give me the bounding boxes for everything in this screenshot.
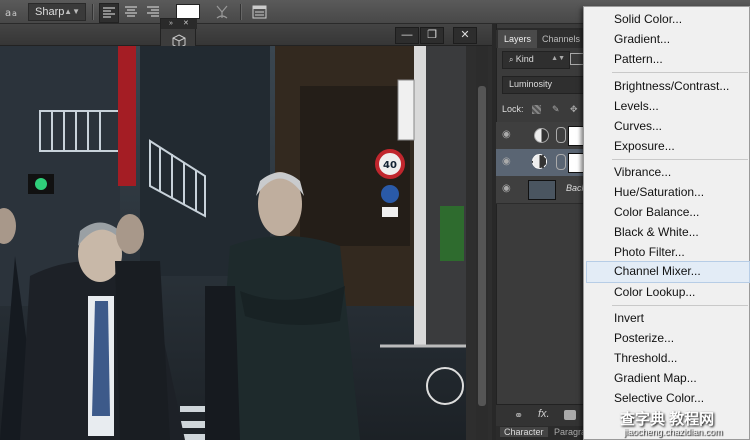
layer-mask-thumbnail[interactable] [568,153,584,173]
menu-separator [612,72,748,73]
watermark-title: 查字典 教程网 [620,411,715,428]
watermark-url: jiaocheng.chazidian.com [624,427,723,437]
add-mask-icon[interactable] [564,410,576,420]
menu-item-selective-color[interactable]: Selective Color... [614,388,704,408]
menu-item-solid-color[interactable]: Solid Color... [614,9,682,29]
menu-item-gradient-map[interactable]: Gradient Map... [614,368,697,388]
restore-icon[interactable]: ❐ [420,27,444,44]
menu-item-posterize[interactable]: Posterize... [614,328,674,348]
minimize-icon[interactable]: — [395,27,419,44]
scrollbar-thumb[interactable] [478,86,486,406]
collapse-icon[interactable]: » [169,19,173,29]
svg-text:a: a [12,9,17,18]
speed-limit-sign-text: 40 [383,160,397,171]
menu-separator [612,305,748,306]
tab-layers[interactable]: Layers [498,30,538,48]
blend-mode-value: Luminosity [509,79,553,89]
menu-item-invert[interactable]: Invert [614,308,644,328]
menu-separator [612,159,748,160]
lock-label: Lock: [502,104,524,114]
menu-item-levels[interactable]: Levels... [614,96,659,116]
site-watermark: 查字典 教程网 jiaocheng.chazidian.com [610,408,750,440]
toolbar-divider [92,4,94,20]
menu-item-curves[interactable]: Curves... [614,116,662,136]
align-left-icon[interactable] [99,3,119,23]
menu-item-photo-filter[interactable]: Photo Filter... [614,242,685,262]
menu-item-channel-mixer[interactable]: Channel Mixer... [614,261,701,281]
lock-move-icon[interactable]: ✥ [570,100,578,118]
visibility-eye-icon[interactable]: ◉ [502,183,516,195]
search-icon: ⌕ [509,55,516,64]
svg-text:a: a [5,8,11,19]
text-color-swatch[interactable] [176,4,200,19]
character-panel-icon[interactable] [250,3,268,21]
blend-mode-select[interactable]: Luminosity [502,76,590,94]
layer-thumbnail [528,180,556,200]
close-icon[interactable]: ✕ [453,27,477,44]
mask-link-icon[interactable] [556,127,566,143]
menu-item-gradient[interactable]: Gradient... [614,29,670,49]
tab-character[interactable]: Character [500,427,548,437]
layers-list: ◉ ◉ ◉ Back [496,122,750,204]
filter-pixel-icon[interactable] [570,53,584,65]
menu-item-black-white[interactable]: Black & White... [614,222,699,242]
menu-item-color-lookup[interactable]: Color Lookup... [614,282,695,302]
antialias-select[interactable]: Sharp ▲▼ [28,3,86,21]
filter-kind-value: Kind [515,54,534,64]
antialias-value: Sharp [35,6,65,18]
menu-item-brightness-contrast[interactable]: Brightness/Contrast... [614,76,729,96]
fx-icon[interactable]: fx. [538,408,550,420]
adjustment-layer-icon [532,154,547,169]
close-icon[interactable]: ✕ [183,19,189,29]
menu-item-exposure[interactable]: Exposure... [614,136,675,156]
document-canvas[interactable]: 40 [0,46,466,440]
mini-panel-header[interactable]: » ✕ [161,19,197,29]
adjustment-layer-icon [534,128,549,143]
menu-item-vibrance[interactable]: Vibrance... [614,162,671,182]
toolbar-divider [240,4,242,20]
lock-row: Lock: ✎ ✥ [502,100,586,118]
updown-arrow-icon: ▲▼ [551,55,565,62]
street-photo: 40 [0,46,466,440]
menu-item-pattern[interactable]: Pattern... [614,49,663,69]
lock-brush-icon[interactable]: ✎ [552,100,560,118]
vertical-scrollbar[interactable] [476,46,488,440]
filter-kind-select[interactable]: ⌕ Kind ▲▼ [502,51,570,69]
layer-mask-thumbnail[interactable] [568,126,584,146]
link-layers-icon[interactable]: ⚭ [514,409,523,422]
tab-channels[interactable]: Channels [536,30,586,48]
warp-text-icon[interactable] [213,3,231,21]
aa-text-icon: aa [4,3,22,21]
adjustment-layer-menu: Solid Color... Gradient... Pattern... Br… [583,6,750,440]
lock-transparent-icon[interactable] [532,105,541,114]
menu-item-color-balance[interactable]: Color Balance... [614,202,699,222]
document-titlebar: — ❐ ✕ [0,24,492,46]
updown-arrow-icon: ▲▼ [64,7,80,16]
visibility-eye-icon[interactable]: ◉ [502,156,516,168]
menu-item-hue-saturation[interactable]: Hue/Saturation... [614,182,704,202]
filter-row: ⌕ Kind ▲▼ [500,50,586,69]
menu-item-threshold[interactable]: Threshold... [614,348,677,368]
visibility-eye-icon[interactable]: ◉ [502,129,516,141]
mask-link-icon[interactable] [556,154,566,170]
align-center-icon[interactable] [122,3,140,21]
